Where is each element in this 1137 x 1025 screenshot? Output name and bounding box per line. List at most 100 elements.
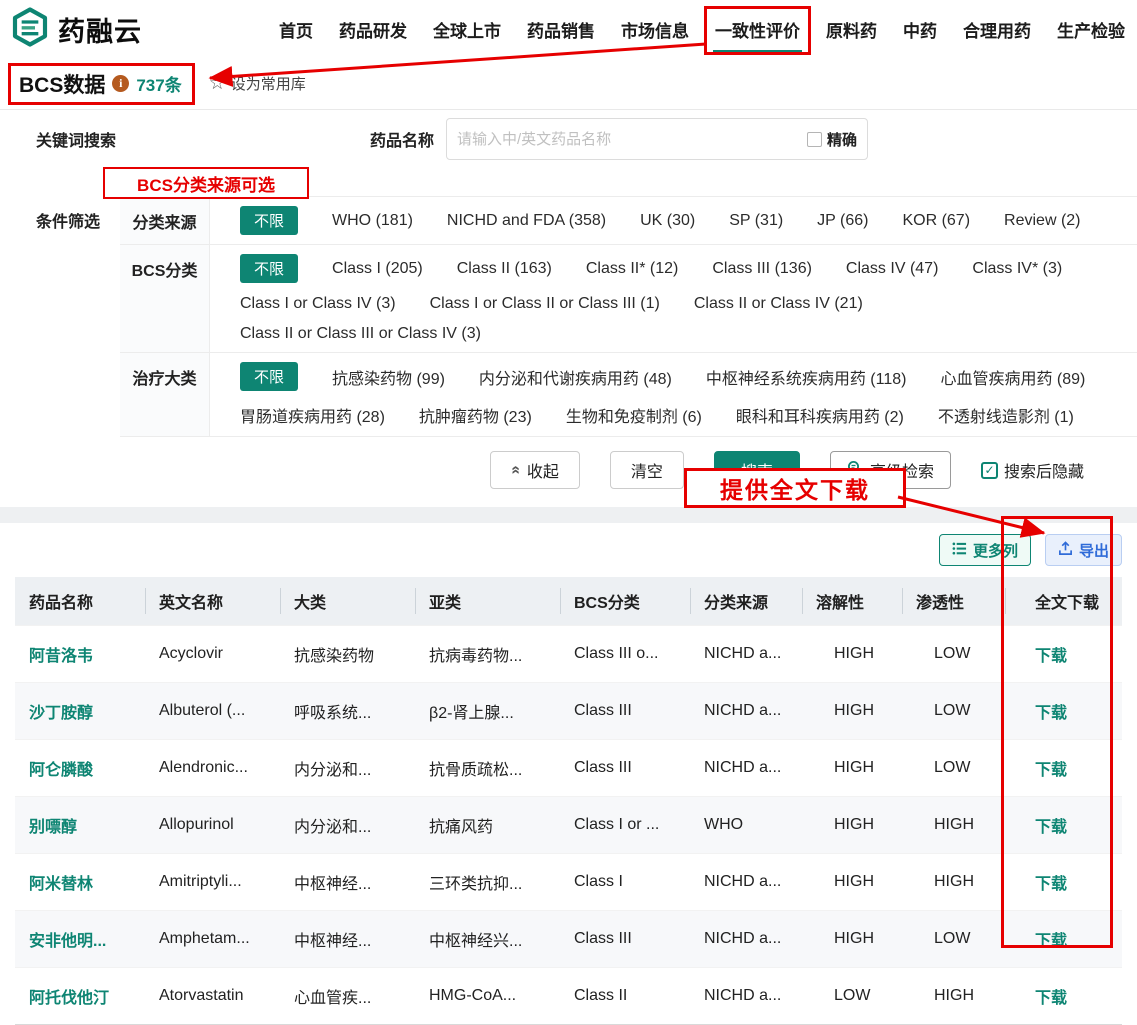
column-header[interactable]: BCS分类 bbox=[560, 577, 690, 626]
search-actions: « 收起 清空 搜索 高级检索 ✓ 搜索后隐藏 bbox=[0, 437, 1137, 507]
nav-item[interactable]: 原料药 bbox=[826, 0, 877, 58]
filter-option[interactable]: 眼科和耳科疾病用药 (2) bbox=[736, 403, 904, 427]
drug-name-input[interactable] bbox=[457, 130, 807, 148]
filter-option[interactable]: Class II or Class III or Class IV (3) bbox=[240, 325, 481, 343]
collapse-button[interactable]: « 收起 bbox=[490, 451, 580, 489]
download-link[interactable]: 下载 bbox=[1035, 876, 1067, 893]
download-link[interactable]: 下载 bbox=[1035, 705, 1067, 722]
filter-unlimited-button[interactable]: 不限 bbox=[240, 254, 299, 283]
filter-option[interactable]: 心血管疾病用药 (89) bbox=[940, 365, 1085, 389]
section-divider-band bbox=[0, 507, 1137, 523]
column-header[interactable]: 全文下载 bbox=[1005, 577, 1122, 626]
sub-class-cell: 抗病毒药物... bbox=[429, 648, 523, 665]
hide-after-search-checkbox[interactable]: ✓ 搜索后隐藏 bbox=[980, 458, 1084, 482]
source-cell: NICHD a... bbox=[704, 645, 782, 662]
drug-name-link[interactable]: 阿仑膦酸 bbox=[15, 740, 145, 797]
download-link[interactable]: 下载 bbox=[1035, 933, 1067, 950]
major-class-cell: 中枢神经... bbox=[294, 876, 372, 893]
sub-class-cell: 中枢神经兴... bbox=[429, 933, 523, 950]
nav-item-label: 原料药 bbox=[826, 21, 877, 41]
drug-name-label: 药品名称 bbox=[370, 133, 435, 150]
filter-unlimited-button[interactable]: 不限 bbox=[240, 362, 299, 391]
source-cell: NICHD a... bbox=[704, 930, 782, 947]
filter-option[interactable]: Review (2) bbox=[1004, 212, 1080, 230]
filter-option[interactable]: Class II* (12) bbox=[586, 260, 678, 278]
page-title: BCS数据 bbox=[19, 73, 106, 97]
nav-item[interactable]: 全球上市 bbox=[433, 0, 501, 58]
nav-item[interactable]: 合理用药 bbox=[963, 0, 1031, 58]
column-header[interactable]: 亚类 bbox=[415, 577, 560, 626]
source-cell: NICHD a... bbox=[704, 987, 782, 1004]
filter-option[interactable]: WHO (181) bbox=[332, 212, 413, 230]
download-link[interactable]: 下载 bbox=[1035, 819, 1067, 836]
nav-item[interactable]: 市场信息 bbox=[621, 0, 689, 58]
table-row: 阿仑膦酸 Alendronic... 内分泌和... 抗骨质疏松... Clas… bbox=[15, 739, 1122, 797]
drug-name-link[interactable]: 阿托伐他汀 bbox=[15, 968, 145, 1025]
filter-name: 分类来源 bbox=[120, 197, 210, 244]
filter-option[interactable]: Class II (163) bbox=[457, 260, 552, 278]
download-link[interactable]: 下载 bbox=[1035, 990, 1067, 1007]
search-button[interactable]: 搜索 bbox=[713, 451, 800, 489]
filter-option[interactable]: 内分泌和代谢疾病用药 (48) bbox=[479, 365, 672, 389]
drug-name-link[interactable]: 阿米替林 bbox=[15, 854, 145, 911]
nav-item[interactable]: 药品研发 bbox=[339, 0, 407, 58]
filter-option[interactable]: SP (31) bbox=[729, 212, 783, 230]
filter-option[interactable]: UK (30) bbox=[640, 212, 695, 230]
filter-option[interactable]: 胃肠道疾病用药 (28) bbox=[240, 403, 385, 427]
bcs-class-cell: Class III bbox=[574, 930, 632, 947]
column-header[interactable]: 溶解性 bbox=[802, 577, 902, 626]
drug-name-link[interactable]: 沙丁胺醇 bbox=[15, 683, 145, 740]
filter-option[interactable]: 不透射线造影剂 (1) bbox=[938, 403, 1074, 427]
column-header[interactable]: 英文名称 bbox=[145, 577, 280, 626]
major-class-cell: 内分泌和... bbox=[294, 819, 372, 836]
export-button[interactable]: 导出 bbox=[1044, 534, 1122, 566]
download-link[interactable]: 下载 bbox=[1035, 762, 1067, 779]
column-header[interactable]: 药品名称 bbox=[15, 577, 145, 626]
nav-item[interactable]: 中药 bbox=[903, 0, 937, 58]
column-header[interactable]: 大类 bbox=[280, 577, 415, 626]
nav-item[interactable]: 药品销售 bbox=[527, 0, 595, 58]
column-header[interactable]: 分类来源 bbox=[690, 577, 802, 626]
hide-after-search-label: 搜索后隐藏 bbox=[1003, 464, 1084, 481]
nav-item[interactable]: 一致性评价 bbox=[704, 0, 811, 58]
filter-option[interactable]: Class I (205) bbox=[332, 260, 423, 278]
filter-option[interactable]: Class II or Class IV (21) bbox=[694, 295, 863, 313]
filter-option[interactable]: 抗感染药物 (99) bbox=[332, 365, 445, 389]
clear-button[interactable]: 清空 bbox=[609, 451, 684, 489]
set-favorite-button[interactable]: ☆ 设为常用库 bbox=[209, 73, 306, 94]
drug-name-link[interactable]: 安非他明... bbox=[15, 911, 145, 968]
drug-name-link[interactable]: 别嘌醇 bbox=[15, 797, 145, 854]
filter-option[interactable]: Class I or Class II or Class III (1) bbox=[430, 295, 660, 313]
filter-option[interactable]: KOR (67) bbox=[902, 212, 970, 230]
filter-option[interactable]: Class I or Class IV (3) bbox=[240, 295, 396, 313]
permeability-cell: LOW bbox=[934, 702, 971, 719]
advanced-search-button[interactable]: 高级检索 bbox=[829, 451, 951, 489]
filter-option[interactable]: 生物和免疫制剂 (6) bbox=[566, 403, 702, 427]
info-icon[interactable]: i bbox=[112, 75, 130, 92]
drug-name-link[interactable]: 阿昔洛韦 bbox=[15, 626, 145, 683]
checkbox-checked-icon: ✓ bbox=[980, 461, 998, 479]
filter-option[interactable]: 抗肿瘤药物 (23) bbox=[419, 403, 532, 427]
solubility-cell: HIGH bbox=[834, 930, 874, 947]
star-icon: ☆ bbox=[208, 73, 226, 94]
active-tab-underline bbox=[713, 50, 802, 54]
filter-option[interactable]: 中枢神经系统疾病用药 (118) bbox=[706, 365, 907, 389]
nav-item[interactable]: 生产检验 bbox=[1057, 0, 1125, 58]
exact-match-checkbox[interactable]: 精确 bbox=[807, 129, 857, 150]
more-columns-button[interactable]: 更多列 bbox=[938, 534, 1031, 566]
download-link[interactable]: 下载 bbox=[1035, 648, 1067, 665]
filter-option[interactable]: Class IV* (3) bbox=[972, 260, 1062, 278]
filter-option[interactable]: Class IV (47) bbox=[846, 260, 938, 278]
nav-item[interactable]: 首页 bbox=[279, 0, 313, 58]
brand-logo[interactable]: 药融云 bbox=[10, 6, 142, 52]
filter-unlimited-button[interactable]: 不限 bbox=[240, 206, 299, 235]
column-header[interactable]: 渗透性 bbox=[902, 577, 1005, 626]
filter-option[interactable]: JP (66) bbox=[817, 212, 868, 230]
filter-option[interactable]: Class III (136) bbox=[712, 260, 812, 278]
results-toolbar: 更多列 导出 bbox=[15, 523, 1122, 577]
chevrons-up-icon: « bbox=[507, 465, 525, 475]
source-cell: NICHD a... bbox=[704, 873, 782, 890]
download-cell: 下载 bbox=[1005, 911, 1122, 968]
filter-option[interactable]: NICHD and FDA (358) bbox=[447, 212, 606, 230]
major-class-cell: 呼吸系统... bbox=[294, 705, 372, 722]
